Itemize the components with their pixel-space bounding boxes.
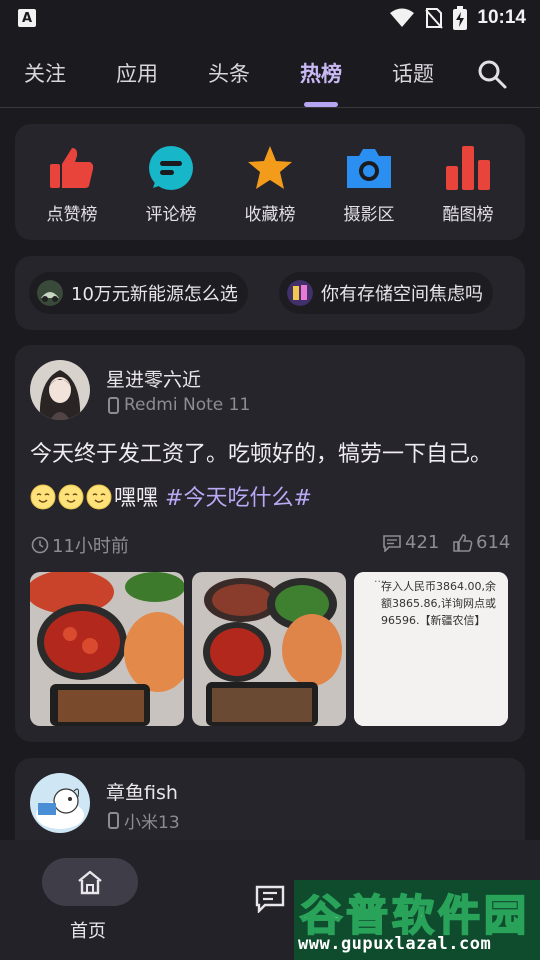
post-time-label: 11小时前 (52, 536, 129, 557)
camera-icon (347, 149, 391, 188)
post-device: Redmi Note 11 (108, 395, 250, 415)
tab-hot-list[interactable]: 热榜 (300, 58, 342, 88)
watermark-url: www.gupuxlazal.com (298, 934, 492, 954)
search-icon[interactable] (476, 58, 508, 90)
post-hashtag-link[interactable]: #今天吃什么# (165, 486, 312, 511)
device-label: Redmi Note 11 (124, 395, 251, 415)
hot-topics-card: 10万元新能源怎么选 你有存储空间焦虑吗 (15, 256, 525, 330)
comment-count: 421 (405, 532, 440, 553)
post-body[interactable]: 今天终于发工资了。吃顿好的，犒劳一下自己。嘿嘿 #今天吃什么# (30, 433, 510, 521)
rank-photography-button[interactable]: 摄影区 (324, 144, 414, 225)
sms-line: 额3865.86,详询网点或 (381, 597, 496, 610)
device-label: 小米13 (124, 813, 180, 833)
avatar[interactable] (30, 360, 90, 420)
active-tab-indicator (304, 102, 338, 107)
top-tab-bar: 关注 应用 头条 热榜 话题 (0, 36, 540, 108)
rank-likes-label: 点赞榜 (46, 205, 98, 225)
tab-headlines[interactable]: 头条 (208, 58, 250, 88)
thumbs-up-outline-icon (453, 533, 473, 552)
no-sim-icon (425, 8, 444, 29)
notification-app-icon: A (18, 9, 36, 27)
watermark-logo: 谷普软件园 www.gupuxlazal.com (294, 880, 540, 960)
like-count-button[interactable]: 614 (453, 532, 510, 553)
clock: 10:14 (477, 7, 526, 28)
phone-icon (108, 812, 119, 829)
topic-thumbnail (287, 280, 313, 306)
post-username[interactable]: 章鱼fish (106, 778, 178, 805)
messages-nav-icon[interactable] (255, 885, 285, 913)
status-bar: A 10:14 (0, 0, 540, 36)
comment-outline-icon (383, 534, 401, 552)
star-icon (248, 146, 292, 189)
rank-comments-button[interactable]: 评论榜 (126, 144, 216, 225)
tab-apps[interactable]: 应用 (116, 58, 158, 88)
thumbs-up-icon (50, 148, 94, 188)
rank-likes-button[interactable]: 点赞榜 (27, 144, 117, 225)
post-device: 小米13 (108, 808, 180, 833)
post-text-suffix: 嘿嘿 (114, 486, 159, 511)
topic-label: 你有存储空间焦虑吗 (321, 284, 483, 305)
tab-follow[interactable]: 关注 (24, 58, 66, 88)
phone-icon (108, 396, 119, 414)
rank-shortcuts-card: 点赞榜 评论榜 收藏榜 摄影区 酷图榜 (15, 124, 525, 240)
home-nav-label: 首页 (70, 921, 106, 942)
topic-chip[interactable]: 你有存储空间焦虑吗 (279, 272, 493, 314)
rank-cool-images-label: 酷图榜 (442, 205, 494, 225)
rank-favorites-button[interactable]: 收藏榜 (225, 144, 315, 225)
tab-topics[interactable]: 话题 (392, 58, 434, 88)
post-username[interactable]: 星进零六近 (106, 365, 201, 392)
smile-emoji-icon (30, 484, 56, 510)
bar-chart-icon (446, 146, 490, 190)
smile-emoji-icon (58, 484, 84, 510)
rank-photography-label: 摄影区 (343, 205, 395, 225)
rank-favorites-label: 收藏榜 (244, 205, 296, 225)
home-nav-button[interactable] (42, 858, 138, 906)
clock-icon (31, 536, 49, 554)
topic-label: 10万元新能源怎么选 (71, 284, 238, 305)
sms-line: 96596.【新疆农信】 (381, 614, 486, 627)
home-icon (78, 870, 102, 895)
comment-icon (149, 146, 193, 190)
like-count: 614 (476, 532, 511, 553)
smile-emoji-icon (86, 484, 112, 510)
post-time: 11小时前 (31, 532, 129, 558)
post-text: 今天终于发工资了。吃顿好的，犒劳一下自己。 (30, 442, 493, 467)
rank-cool-images-button[interactable]: 酷图榜 (423, 144, 513, 225)
post-photo[interactable] (30, 572, 184, 726)
avatar[interactable] (30, 773, 90, 833)
sms-line: 存入人民币3864.00,余 (381, 580, 496, 593)
rank-comments-label: 评论榜 (145, 205, 197, 225)
wifi-icon (390, 8, 415, 27)
topic-thumbnail (37, 280, 63, 306)
topic-chip[interactable]: 10万元新能源怎么选 (29, 272, 248, 314)
sms-screenshot-text: 存入人民币3864.00,余 额3865.86,详询网点或 96596.【新疆农… (381, 578, 496, 629)
battery-charging-icon (453, 6, 468, 30)
comment-count-button[interactable]: 421 (382, 532, 439, 553)
post-photo[interactable] (192, 572, 346, 726)
feed-post[interactable]: 星进零六近 Redmi Note 11 今天终于发工资了。吃顿好的，犒劳一下自己… (15, 345, 525, 742)
post-photo[interactable]: ··· 存入人民币3864.00,余 额3865.86,详询网点或 96596.… (354, 572, 508, 726)
